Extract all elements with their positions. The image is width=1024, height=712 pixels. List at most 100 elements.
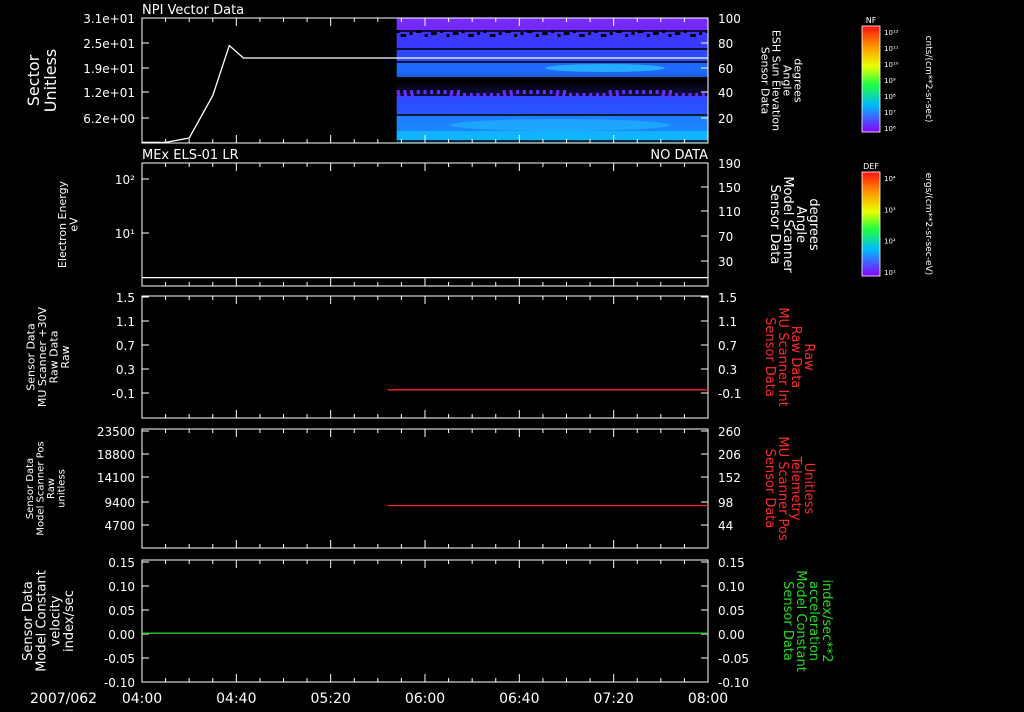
heatmap-gap xyxy=(675,32,678,35)
heatmap-speckle xyxy=(411,93,414,97)
heatmap-speckle xyxy=(576,93,579,97)
heatmap-gap xyxy=(397,30,400,33)
heatmap-gap xyxy=(684,30,687,33)
right-axis-label-line: Raw Data xyxy=(788,326,803,389)
heatmap-speckle xyxy=(430,90,433,94)
right-tick-label: 30 xyxy=(718,255,733,269)
right-axis-label: Sensor DataMU Scanner PosTelemetryUnitle… xyxy=(762,436,816,541)
heatmap-gap xyxy=(468,34,471,37)
heatmap-speckle xyxy=(616,93,619,97)
left-tick-label: 0.05 xyxy=(108,604,135,618)
heatmap-speckle xyxy=(669,90,672,94)
heatmap-speckle xyxy=(516,90,519,94)
heatmap-speckle xyxy=(656,90,659,94)
colorbar-tick-label: 10⁶ xyxy=(884,125,896,133)
heatmap-speckle xyxy=(596,93,599,97)
right-tick-label: 0.00 xyxy=(718,628,745,642)
panel-title: MEx ELS-01 LR xyxy=(142,148,239,163)
left-axis-label-line: Unitless xyxy=(41,49,60,113)
heatmap-gap xyxy=(401,34,404,37)
heatmap-gap xyxy=(440,30,443,33)
panel-title: NPI Vector Data xyxy=(142,3,244,18)
left-tick-label: -0.05 xyxy=(104,652,135,666)
left-tick-label: 10¹ xyxy=(115,227,135,241)
heatmap-speckle xyxy=(642,90,645,94)
heatmap-speckle xyxy=(437,90,440,94)
heatmap-speckle xyxy=(689,93,692,97)
panel-p1: 3.1e+012.5e+011.9e+011.2e+016.2e+0010080… xyxy=(24,3,804,143)
left-tick-label: 6.2e+00 xyxy=(83,112,135,126)
right-tick-label: 1.5 xyxy=(718,291,737,305)
colorbar-def: DEF10⁴10³10²10¹ergs/(cm**2-sr-sec-eV) xyxy=(862,162,933,277)
heatmap-gap xyxy=(647,34,650,37)
heatmap-speckle xyxy=(503,93,506,97)
left-tick-label: -0.1 xyxy=(112,387,135,401)
right-axis-label: Sensor DataMU Scanner IntRaw DataRaw xyxy=(762,307,816,406)
heatmap-speckle xyxy=(682,93,685,97)
heatmap-gap xyxy=(521,32,524,35)
heatmap-speckle xyxy=(450,90,453,94)
right-tick-label: 0.3 xyxy=(718,363,737,377)
heatmap-gap xyxy=(410,32,413,35)
colorbar-unit-text: cnts/(cm**2-sr-sec) xyxy=(923,36,933,123)
left-tick-label: 0.10 xyxy=(108,580,135,594)
right-tick-label: -0.10 xyxy=(718,676,749,690)
heatmap-gap xyxy=(662,30,665,33)
heatmap-speckle xyxy=(609,93,612,97)
colorbar-gradient xyxy=(862,172,880,276)
right-tick-label: 0.05 xyxy=(718,604,745,618)
right-axis-label: Sensor DataModel ScannerAngledegrees xyxy=(767,176,821,273)
time-tick-label: 06:40 xyxy=(499,691,539,707)
heatmap-gap xyxy=(588,32,591,35)
heatmap-gap xyxy=(601,34,604,37)
heatmap-speckle xyxy=(569,93,572,97)
heatmap-speckle xyxy=(510,93,513,97)
heatmap-speckle xyxy=(649,90,652,94)
colorbar-tick-label: 10⁴ xyxy=(884,175,896,183)
heatmap-gap xyxy=(564,32,567,35)
time-tick-label: 06:00 xyxy=(405,691,445,707)
heatmap-gap xyxy=(558,34,561,37)
right-axis-label-line: MU Scanner Pos xyxy=(775,436,790,541)
heatmap-speckle xyxy=(702,93,705,97)
right-axis-label-line: Model Constant xyxy=(793,570,808,672)
heatmap-gap xyxy=(653,32,656,35)
heatmap-gap xyxy=(462,30,465,33)
right-tick-label: -0.1 xyxy=(718,387,741,401)
time-tick-label: 08:00 xyxy=(688,691,728,707)
heatmap-speckle xyxy=(530,90,533,94)
colorbar-tick-label: 10² xyxy=(884,238,896,246)
right-tick-label: 152 xyxy=(718,471,741,485)
heatmap-speckle xyxy=(470,93,473,97)
colorbar-tick-label: 10³ xyxy=(884,206,896,214)
left-axis-label-line: Raw xyxy=(59,345,72,368)
heatmap-speckle xyxy=(636,90,639,94)
heatmap-speckle xyxy=(583,93,586,97)
plot-frame xyxy=(142,163,708,286)
heatmap-speckle xyxy=(483,93,486,97)
right-tick-label: 44 xyxy=(718,519,733,533)
right-tick-label: 110 xyxy=(718,205,741,219)
right-axis-label: Sensor DataESH Sun ElevationAngledegrees xyxy=(759,30,805,131)
panel-p4: 235001880014100940047002602061529844Sens… xyxy=(25,425,816,548)
heatmap-gap xyxy=(625,34,628,37)
panel-p2: 10²10¹1901501107030MEx ELS-01 LRNO DATAE… xyxy=(56,148,821,286)
left-tick-label: 0.15 xyxy=(108,556,135,570)
left-axis-label: Sensor DataModel Constantvelocityindex/s… xyxy=(21,570,77,672)
left-tick-label: 2.5e+01 xyxy=(83,37,135,51)
right-tick-label: 0.10 xyxy=(718,580,745,594)
colorbar-tick-label: 10¹ xyxy=(884,269,896,277)
left-axis-label: Electron EnergyeV xyxy=(56,180,81,268)
right-tick-label: 1.1 xyxy=(718,315,737,329)
right-tick-label: 60 xyxy=(718,62,733,76)
heatmap-speckle xyxy=(457,90,460,94)
panel-status: NO DATA xyxy=(650,148,708,163)
left-tick-label: -0.10 xyxy=(104,676,135,690)
left-axis-label-line: Raw xyxy=(46,478,57,499)
heatmap-speckle xyxy=(543,90,546,94)
heatmap-speckle xyxy=(622,90,625,94)
time-axis: 2007/06204:0004:4005:2006:0006:4007:2008… xyxy=(30,691,728,707)
right-axis-label-line: Telemetry xyxy=(788,455,803,520)
right-axis-label-line: Raw xyxy=(801,343,816,371)
right-axis-label-line: Sensor Data xyxy=(780,581,795,661)
